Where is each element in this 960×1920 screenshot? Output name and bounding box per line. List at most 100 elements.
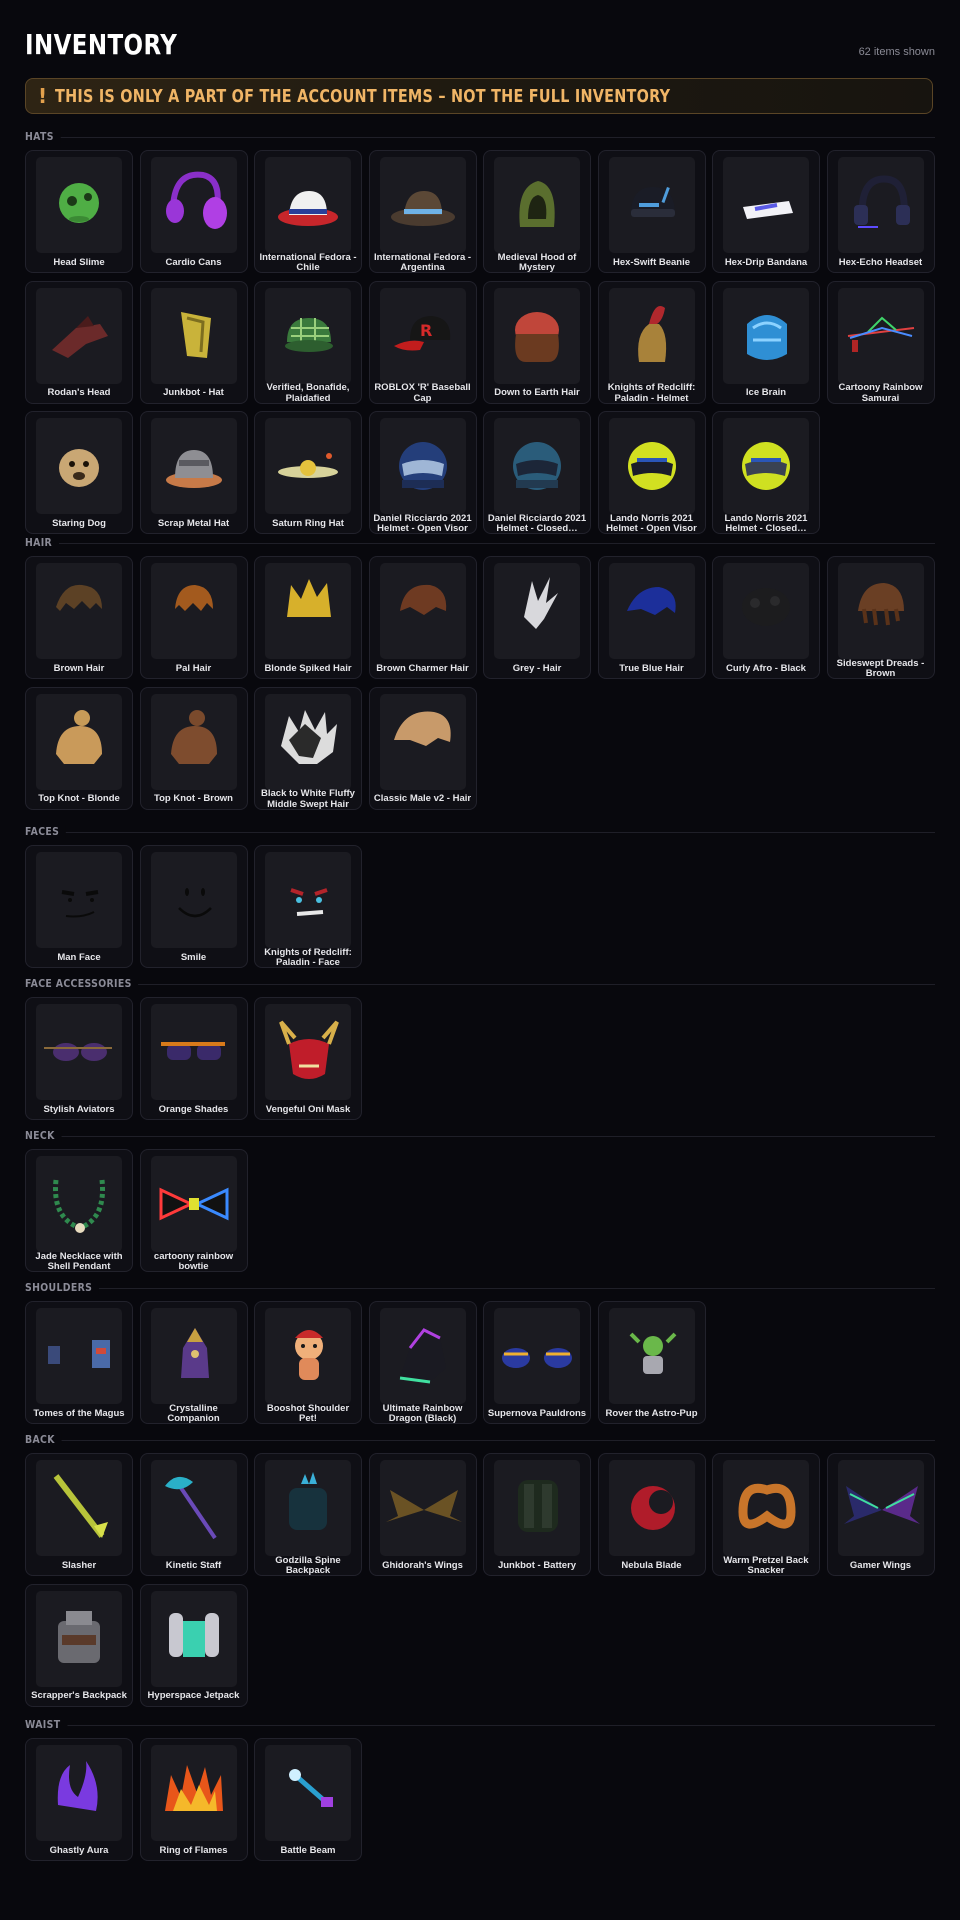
item-card[interactable]: Ultimate Rainbow Dragon (Black): [368, 1301, 477, 1424]
item-card[interactable]: Daniel Ricciardo 2021 Helmet - Closed…: [483, 411, 591, 534]
rodan-head-icon: [36, 287, 122, 384]
ghidorah-wings-icon: [379, 1460, 466, 1556]
item-name: International Fedora - Chile: [259, 252, 357, 273]
item-card[interactable]: Kinetic Staff: [139, 1453, 248, 1576]
item-card[interactable]: Blonde Spiked Hair: [254, 556, 362, 679]
item-card[interactable]: Medieval Hood of Mystery: [483, 150, 591, 273]
item-card[interactable]: Ghidorah's Wings: [368, 1453, 477, 1576]
notice-banner: ! THIS IS ONLY A PART OF THE ACCOUNT ITE…: [25, 78, 933, 114]
booshot-pet-icon: [265, 1308, 351, 1404]
section-header: HAIR: [25, 536, 935, 552]
item-card[interactable]: Knights of Redcliff: Paladin - Helmet: [597, 280, 706, 404]
item-card[interactable]: Top Knot - Blonde: [25, 686, 133, 810]
item-card[interactable]: Head Slime: [25, 150, 133, 273]
item-card[interactable]: Grey - Hair: [483, 556, 591, 679]
item-card[interactable]: True Blue Hair: [597, 556, 706, 679]
item-card[interactable]: Hyperspace Jetpack: [139, 1583, 248, 1707]
section-divider: [25, 832, 935, 833]
item-card[interactable]: Smile: [139, 845, 248, 968]
item-name: Cartoony Rainbow Samurai: [838, 382, 923, 404]
item-card[interactable]: Pal Hair: [139, 556, 248, 679]
item-name: Top Knot - Brown: [154, 793, 233, 805]
item-card[interactable]: Supernova Pauldrons: [483, 1301, 591, 1424]
item-card[interactable]: Verified, Bonafide, Plaidafied: [254, 280, 362, 404]
item-card[interactable]: Down to Earth Hair: [483, 280, 591, 404]
item-card[interactable]: Black to White Fluffy Middle Swept Hair: [254, 686, 362, 810]
item-card[interactable]: Brown Hair: [25, 556, 133, 679]
item-card[interactable]: Godzilla Spine Backpack: [254, 1453, 362, 1576]
section-title: NECK: [25, 1129, 62, 1142]
crystal-companion-icon: [150, 1308, 237, 1404]
item-name: Curly Afro - Black: [726, 662, 806, 674]
item-card[interactable]: Orange Shades: [139, 997, 248, 1120]
section-faces: FACES Man Face Smile Knights of Redcliff: P…: [25, 825, 935, 968]
item-card[interactable]: Lando Norris 2021 Helmet - Closed…: [712, 411, 820, 534]
item-card[interactable]: Slasher: [25, 1453, 133, 1576]
item-card[interactable]: International Fedora - Chile: [254, 150, 362, 273]
item-card[interactable]: Lando Norris 2021 Helmet - Open Visor: [597, 411, 706, 534]
item-card[interactable]: Jade Necklace with Shell Pendant: [25, 1149, 133, 1272]
orange-shades-icon: [150, 1004, 237, 1100]
item-name: Head Slime: [53, 256, 105, 268]
item-name: Blonde Spiked Hair: [264, 662, 352, 674]
item-name: cartoony rainbow bowtie: [153, 1251, 234, 1272]
helmet-yellow-closed-icon: [723, 418, 809, 514]
item-card[interactable]: Scrapper's Backpack: [25, 1583, 133, 1707]
item-card[interactable]: Saturn Ring Hat: [254, 411, 362, 534]
item-card[interactable]: Nebula Blade: [597, 1453, 706, 1576]
item-card[interactable]: Ghastly Aura: [25, 1738, 133, 1861]
item-card[interactable]: Man Face: [25, 845, 133, 968]
item-card[interactable]: Hex-Echo Headset: [826, 150, 935, 273]
item-name: Tomes of the Magus: [33, 1407, 125, 1419]
item-card[interactable]: Warm Pretzel Back Snacker: [712, 1453, 820, 1576]
item-name: Junkbot - Battery: [497, 1559, 577, 1571]
tomes-icon: [36, 1308, 122, 1404]
item-card[interactable]: Junkbot - Battery: [483, 1453, 591, 1576]
item-card[interactable]: Brown Charmer Hair: [368, 556, 477, 679]
section-title: SHOULDERS: [25, 1281, 100, 1294]
notice-text: THIS IS ONLY A PART OF THE ACCOUNT ITEMS…: [55, 86, 671, 107]
item-card[interactable]: Sideswept Dreads - Brown: [826, 556, 935, 679]
item-card[interactable]: Cardio Cans: [139, 150, 248, 273]
items-count: 62 items shown: [858, 46, 935, 58]
item-card[interactable]: Staring Dog: [25, 411, 133, 534]
item-card[interactable]: Gamer Wings: [826, 1453, 935, 1576]
section-waist: WAIST Ghastly Aura Ring of Flames Battle Be…: [25, 1718, 935, 1861]
item-name: Hex-Echo Headset: [838, 256, 923, 268]
item-card[interactable]: Classic Male v2 - Hair: [368, 686, 477, 810]
item-card[interactable]: Booshot Shoulder Pet!: [254, 1301, 362, 1424]
item-card[interactable]: R ROBLOX 'R' Baseball Cap: [368, 280, 477, 404]
item-card[interactable]: Tomes of the Magus: [25, 1301, 133, 1424]
helmet-blue-closed-icon: [494, 418, 580, 514]
ghastly-aura-icon: [36, 1745, 122, 1841]
section-hair: HAIR Brown Hair Pal Hair Blonde Spiked Hair…: [25, 536, 935, 810]
paladin-face-icon: [265, 852, 351, 948]
item-card[interactable]: Junkbot - Hat: [139, 280, 248, 404]
item-card[interactable]: Crystalline Companion: [139, 1301, 248, 1424]
item-card[interactable]: Hex-Drip Bandana: [712, 150, 820, 273]
item-card[interactable]: Vengeful Oni Mask: [254, 997, 362, 1120]
item-card[interactable]: Rover the Astro-Pup: [597, 1301, 706, 1424]
ice-brain-icon: [723, 287, 809, 384]
item-card[interactable]: Cartoony Rainbow Samurai: [826, 280, 935, 404]
item-card[interactable]: Curly Afro - Black: [712, 556, 820, 679]
item-name: Junkbot - Hat: [163, 387, 224, 399]
item-card[interactable]: Hex-Swift Beanie: [597, 150, 706, 273]
item-card[interactable]: Ice Brain: [712, 280, 820, 404]
item-name: Nebula Blade: [621, 1559, 682, 1571]
item-name: Jade Necklace with Shell Pendant: [35, 1251, 123, 1272]
item-card[interactable]: Rodan's Head: [25, 280, 133, 404]
section-back: BACK Slasher Kinetic Staff Godzilla Spine B…: [25, 1433, 935, 1707]
item-card[interactable]: cartoony rainbow bowtie: [139, 1149, 248, 1272]
section-title: BACK: [25, 1433, 62, 1446]
item-card[interactable]: Scrap Metal Hat: [139, 411, 248, 534]
section-face-accessories: FACE ACCESSORIES Stylish Aviators Orange S…: [25, 977, 935, 1120]
item-card[interactable]: Knights of Redcliff: Paladin - Face: [254, 845, 362, 968]
item-card[interactable]: Battle Beam: [254, 1738, 362, 1861]
junkbot-hat-icon: [150, 287, 237, 384]
item-card[interactable]: Stylish Aviators: [25, 997, 133, 1120]
item-card[interactable]: Daniel Ricciardo 2021 Helmet - Open Viso…: [368, 411, 477, 534]
item-card[interactable]: International Fedora - Argentina: [368, 150, 477, 273]
item-card[interactable]: Top Knot - Brown: [139, 686, 248, 810]
item-card[interactable]: Ring of Flames: [139, 1738, 248, 1861]
